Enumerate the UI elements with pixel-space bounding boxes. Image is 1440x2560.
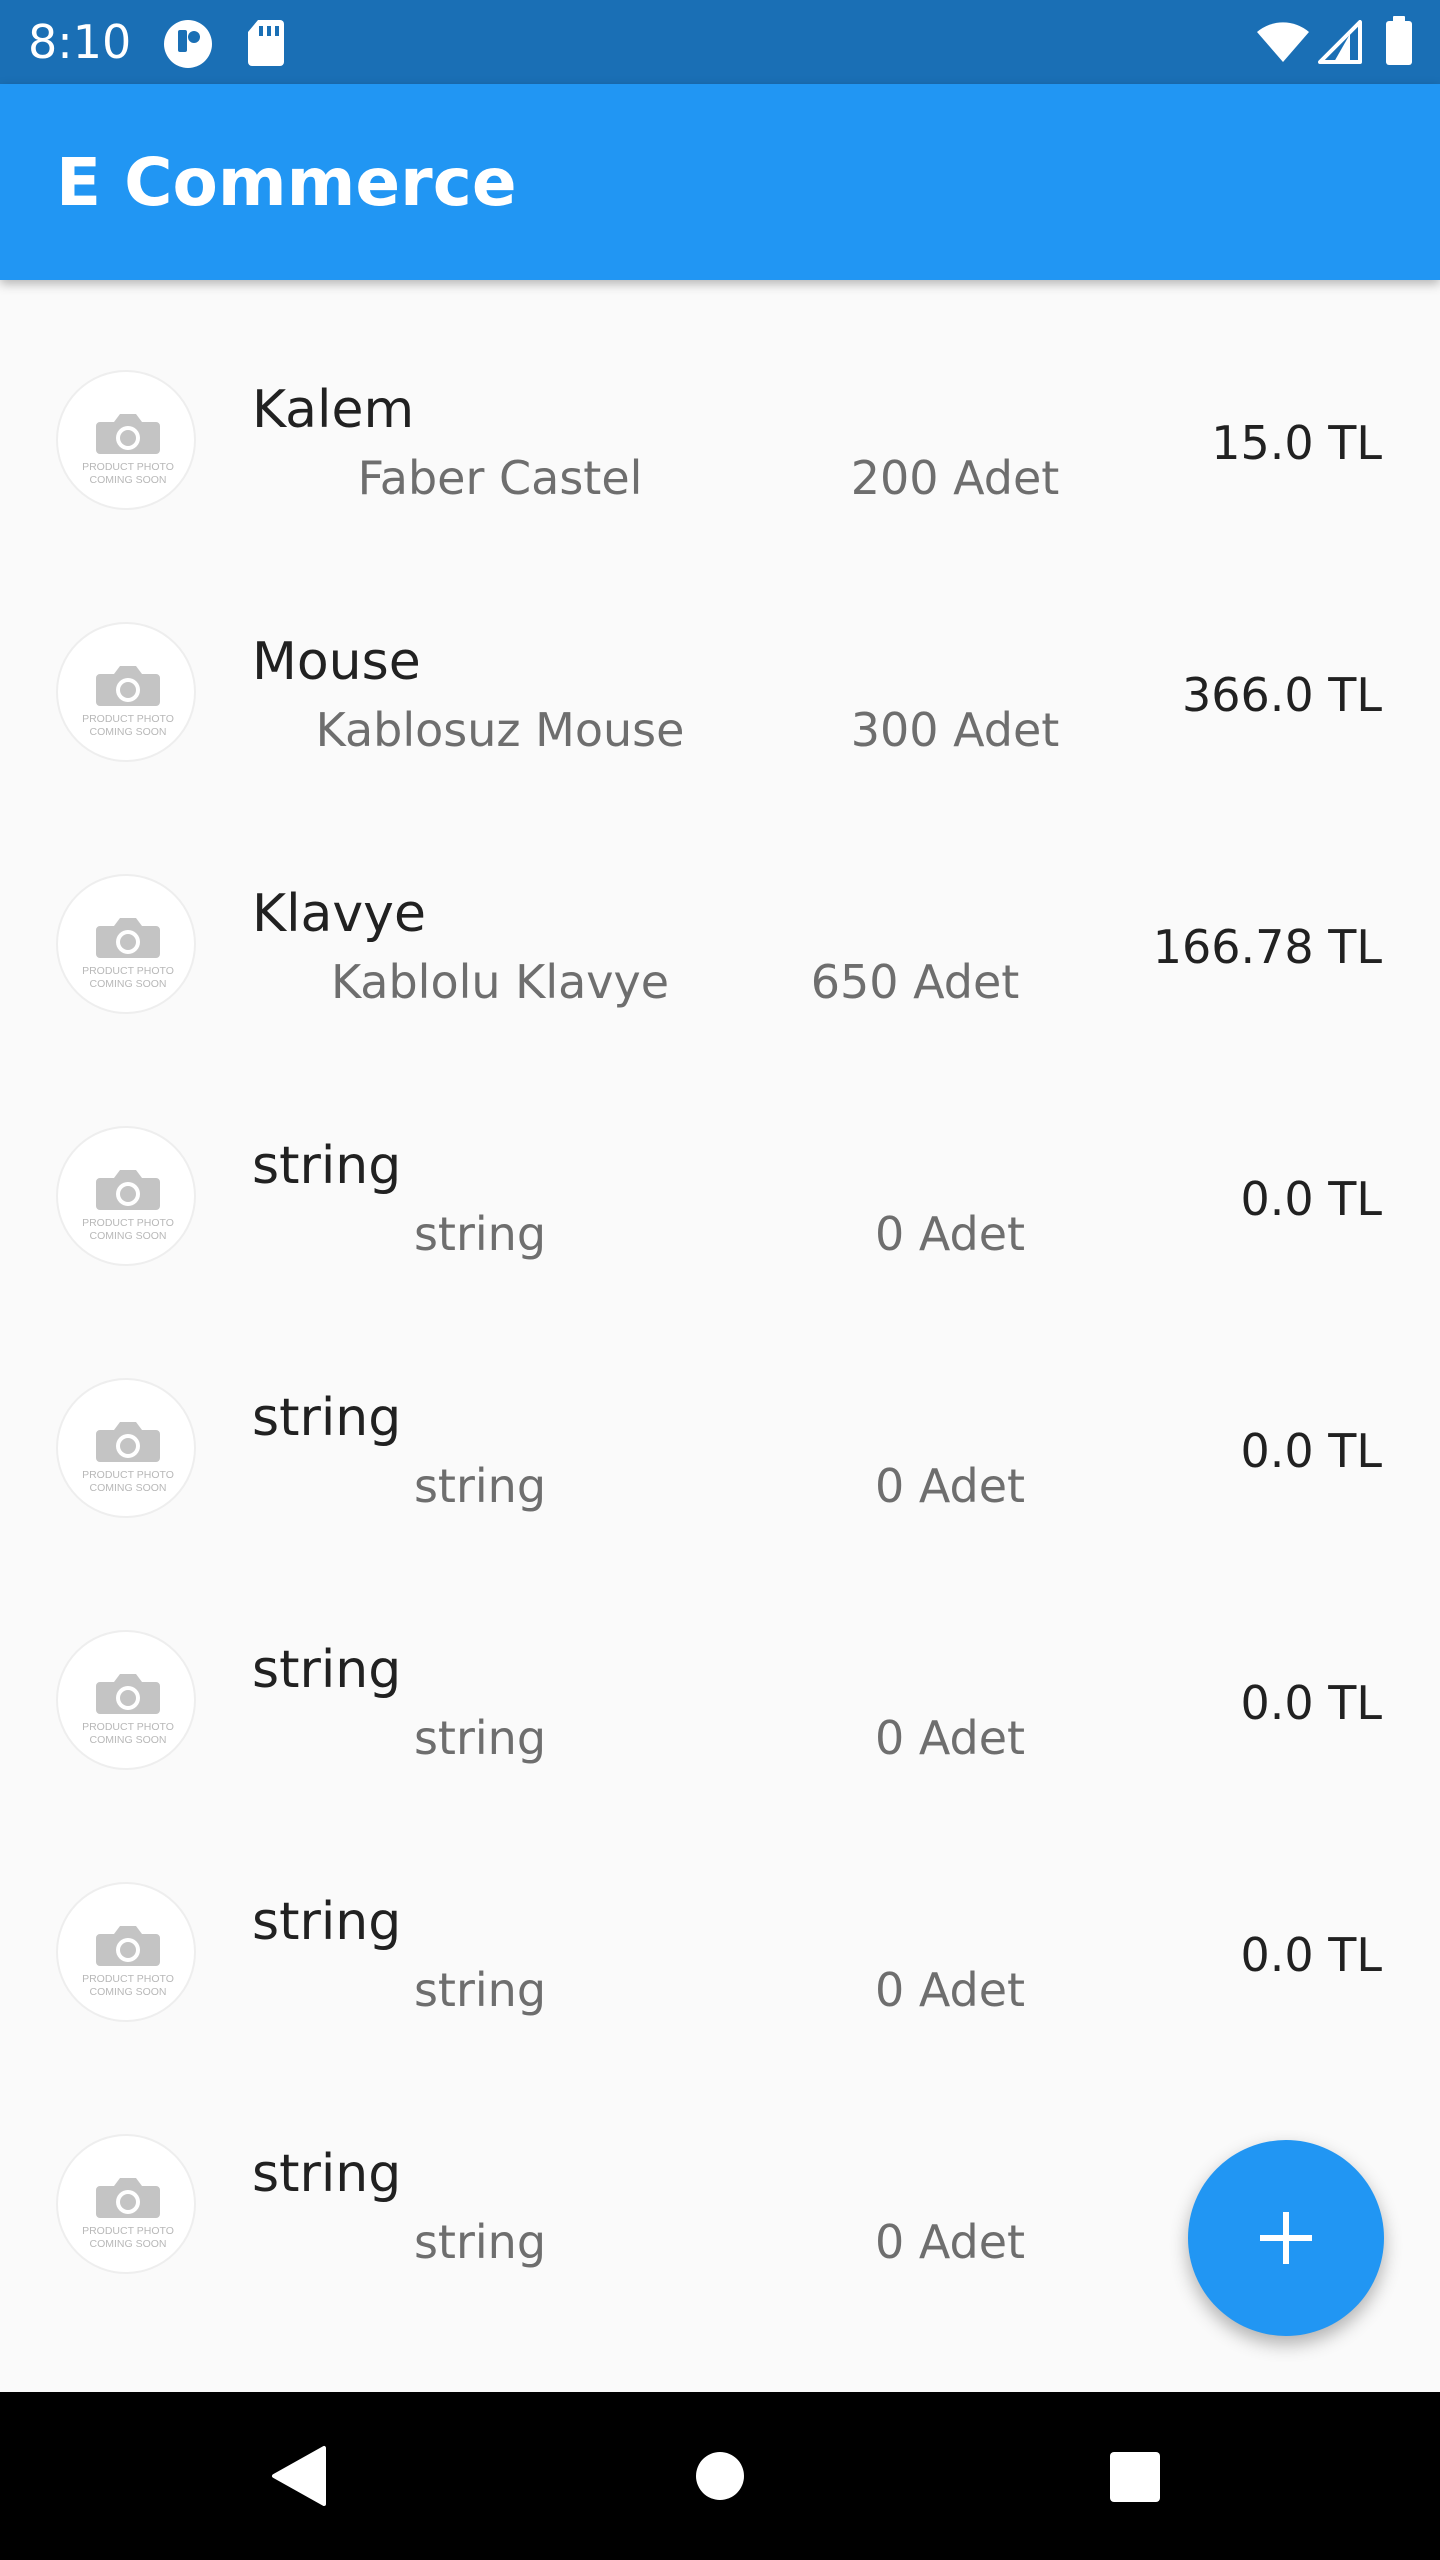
camera-icon: PRODUCT PHOTO COMING SOON (82, 414, 174, 486)
product-brand: string (413, 1711, 547, 1765)
thumbnail-text-line2: COMING SOON (89, 1482, 166, 1494)
recents-button[interactable] (1050, 2392, 1218, 2560)
product-name: Klavye (252, 884, 426, 944)
product-price: 0.0 TL (1240, 1676, 1382, 1730)
home-button[interactable] (636, 2392, 804, 2560)
thumbnail-text-line1: PRODUCT PHOTO (82, 2225, 174, 2237)
sd-card-icon (246, 18, 286, 72)
product-row[interactable]: PRODUCT PHOTO COMING SOON string string … (0, 1792, 1440, 2044)
product-brand: string (413, 1459, 547, 1513)
product-name: string (252, 1388, 402, 1448)
status-bar: 8:10 (0, 0, 1440, 84)
product-price: 0.0 TL (1240, 1172, 1382, 1226)
product-brand: string (413, 1963, 547, 2017)
product-name: Mouse (252, 632, 421, 692)
thumbnail-text-line2: COMING SOON (89, 1734, 166, 1746)
product-quantity: 0 Adet (874, 2215, 1026, 2269)
product-brand: string (413, 2215, 547, 2269)
product-name: string (252, 1136, 402, 1196)
product-name: string (252, 1640, 402, 1700)
notification-app-icon (162, 18, 214, 74)
product-quantity: 0 Adet (874, 1711, 1026, 1765)
product-price: 15.0 TL (1211, 416, 1382, 470)
home-icon (696, 2452, 744, 2500)
thumbnail-text-line2: COMING SOON (89, 474, 166, 486)
cellular-signal-icon (1318, 20, 1362, 68)
product-row[interactable]: PRODUCT PHOTO COMING SOON Kalem Faber Ca… (0, 280, 1440, 532)
thumbnail-text-line1: PRODUCT PHOTO (82, 1469, 174, 1481)
thumbnail-text-line2: COMING SOON (89, 726, 166, 738)
camera-icon: PRODUCT PHOTO COMING SOON (82, 1170, 174, 1242)
product-row[interactable]: PRODUCT PHOTO COMING SOON Klavye Kablolu… (0, 784, 1440, 1036)
product-brand: Faber Castel (357, 451, 643, 505)
product-price: 166.78 TL (1152, 920, 1382, 974)
product-quantity: 300 Adet (850, 703, 1060, 757)
thumbnail-text-line1: PRODUCT PHOTO (82, 1217, 174, 1229)
product-thumbnail: PRODUCT PHOTO COMING SOON (56, 1126, 196, 1266)
app-title: E Commerce (56, 144, 517, 221)
recents-icon (1110, 2452, 1160, 2502)
product-list[interactable]: PRODUCT PHOTO COMING SOON Kalem Faber Ca… (0, 280, 1440, 2392)
back-button[interactable] (216, 2392, 384, 2560)
product-price: 0.0 TL (1240, 1928, 1382, 1982)
wifi-icon (1256, 20, 1310, 68)
product-brand: Kablolu Klavye (330, 955, 670, 1009)
navigation-bar (0, 2392, 1440, 2560)
product-quantity: 650 Adet (810, 955, 1020, 1009)
product-thumbnail: PRODUCT PHOTO COMING SOON (56, 1882, 196, 2022)
thumbnail-text-line2: COMING SOON (89, 1230, 166, 1242)
product-name: string (252, 2144, 402, 2204)
app-bar: E Commerce (0, 84, 1440, 280)
thumbnail-text-line2: COMING SOON (89, 1986, 166, 1998)
camera-icon: PRODUCT PHOTO COMING SOON (82, 918, 174, 990)
product-thumbnail: PRODUCT PHOTO COMING SOON (56, 1378, 196, 1518)
product-quantity: 0 Adet (874, 1459, 1026, 1513)
product-thumbnail: PRODUCT PHOTO COMING SOON (56, 2134, 196, 2274)
camera-icon: PRODUCT PHOTO COMING SOON (82, 666, 174, 738)
add-product-button[interactable] (1188, 2140, 1384, 2336)
product-thumbnail: PRODUCT PHOTO COMING SOON (56, 1630, 196, 1770)
thumbnail-text-line1: PRODUCT PHOTO (82, 461, 174, 473)
thumbnail-text-line1: PRODUCT PHOTO (82, 713, 174, 725)
product-price: 366.0 TL (1181, 668, 1382, 722)
product-thumbnail: PRODUCT PHOTO COMING SOON (56, 874, 196, 1014)
product-name: string (252, 1892, 402, 1952)
plus-icon (1260, 2212, 1312, 2264)
product-brand: string (413, 1207, 547, 1261)
thumbnail-text-line1: PRODUCT PHOTO (82, 1721, 174, 1733)
camera-icon: PRODUCT PHOTO COMING SOON (82, 1926, 174, 1998)
product-row[interactable]: PRODUCT PHOTO COMING SOON string string … (0, 1540, 1440, 1792)
thumbnail-text-line1: PRODUCT PHOTO (82, 965, 174, 977)
back-icon (272, 2446, 326, 2506)
product-quantity: 0 Adet (874, 1963, 1026, 2017)
product-thumbnail: PRODUCT PHOTO COMING SOON (56, 370, 196, 510)
camera-icon: PRODUCT PHOTO COMING SOON (82, 1674, 174, 1746)
thumbnail-text-line2: COMING SOON (89, 978, 166, 990)
product-brand: Kablosuz Mouse (315, 703, 685, 757)
product-quantity: 200 Adet (850, 451, 1060, 505)
product-name: Kalem (252, 380, 415, 440)
camera-icon: PRODUCT PHOTO COMING SOON (82, 2178, 174, 2250)
camera-icon: PRODUCT PHOTO COMING SOON (82, 1422, 174, 1494)
product-quantity: 0 Adet (874, 1207, 1026, 1261)
product-row[interactable]: PRODUCT PHOTO COMING SOON string string … (0, 1036, 1440, 1288)
product-row[interactable]: PRODUCT PHOTO COMING SOON Mouse Kablosuz… (0, 532, 1440, 784)
battery-icon (1384, 16, 1414, 70)
thumbnail-text-line2: COMING SOON (89, 2238, 166, 2250)
product-price: 0.0 TL (1240, 1424, 1382, 1478)
product-thumbnail: PRODUCT PHOTO COMING SOON (56, 622, 196, 762)
status-time: 8:10 (28, 15, 132, 69)
thumbnail-text-line1: PRODUCT PHOTO (82, 1973, 174, 1985)
product-row[interactable]: PRODUCT PHOTO COMING SOON string string … (0, 1288, 1440, 1540)
